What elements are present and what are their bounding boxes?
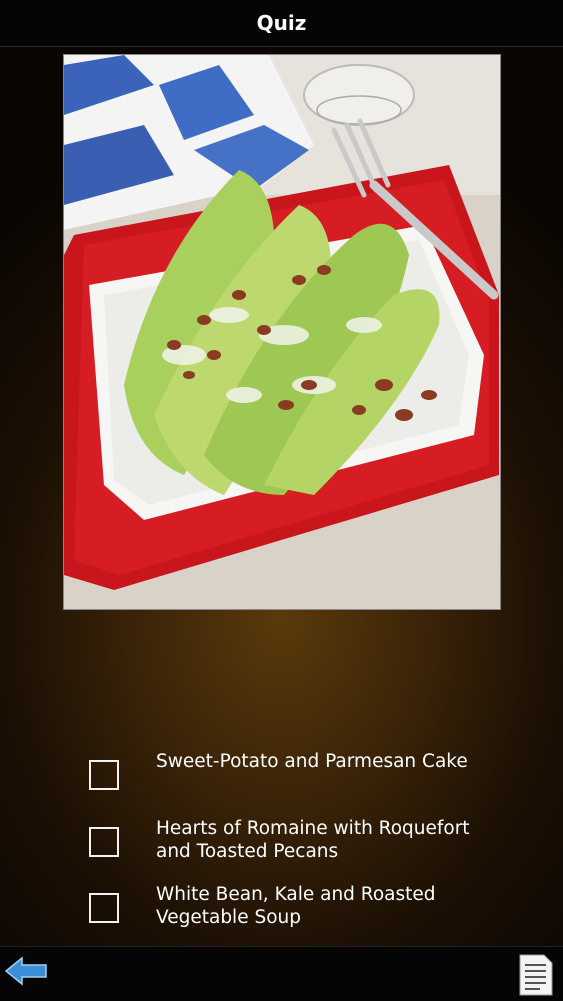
- checkbox[interactable]: [89, 893, 119, 923]
- quiz-option-3[interactable]: White Bean, Kale and Roasted Vegetable S…: [88, 883, 528, 935]
- page-title: Quiz: [256, 11, 307, 35]
- notes-icon: [519, 954, 553, 996]
- option-label: White Bean, Kale and Roasted Vegetable S…: [156, 884, 436, 928]
- notes-button[interactable]: [518, 953, 554, 997]
- option-label: Sweet-Potato and Parmesan Cake: [156, 751, 468, 772]
- checkbox[interactable]: [89, 827, 119, 857]
- quiz-photo: [63, 54, 501, 610]
- option-label: Hearts of Romaine with Roquefort and Toa…: [156, 818, 470, 862]
- quiz-option-1[interactable]: Sweet-Potato and Parmesan Cake: [88, 750, 528, 802]
- quiz-option-2[interactable]: Hearts of Romaine with Roquefort and Toa…: [88, 817, 528, 869]
- back-arrow-icon: [4, 956, 47, 986]
- bottom-toolbar: [0, 946, 563, 1001]
- checkbox[interactable]: [89, 760, 119, 790]
- back-button[interactable]: [4, 955, 48, 987]
- title-bar: Quiz: [0, 0, 563, 47]
- salad-photo-icon: [64, 55, 500, 609]
